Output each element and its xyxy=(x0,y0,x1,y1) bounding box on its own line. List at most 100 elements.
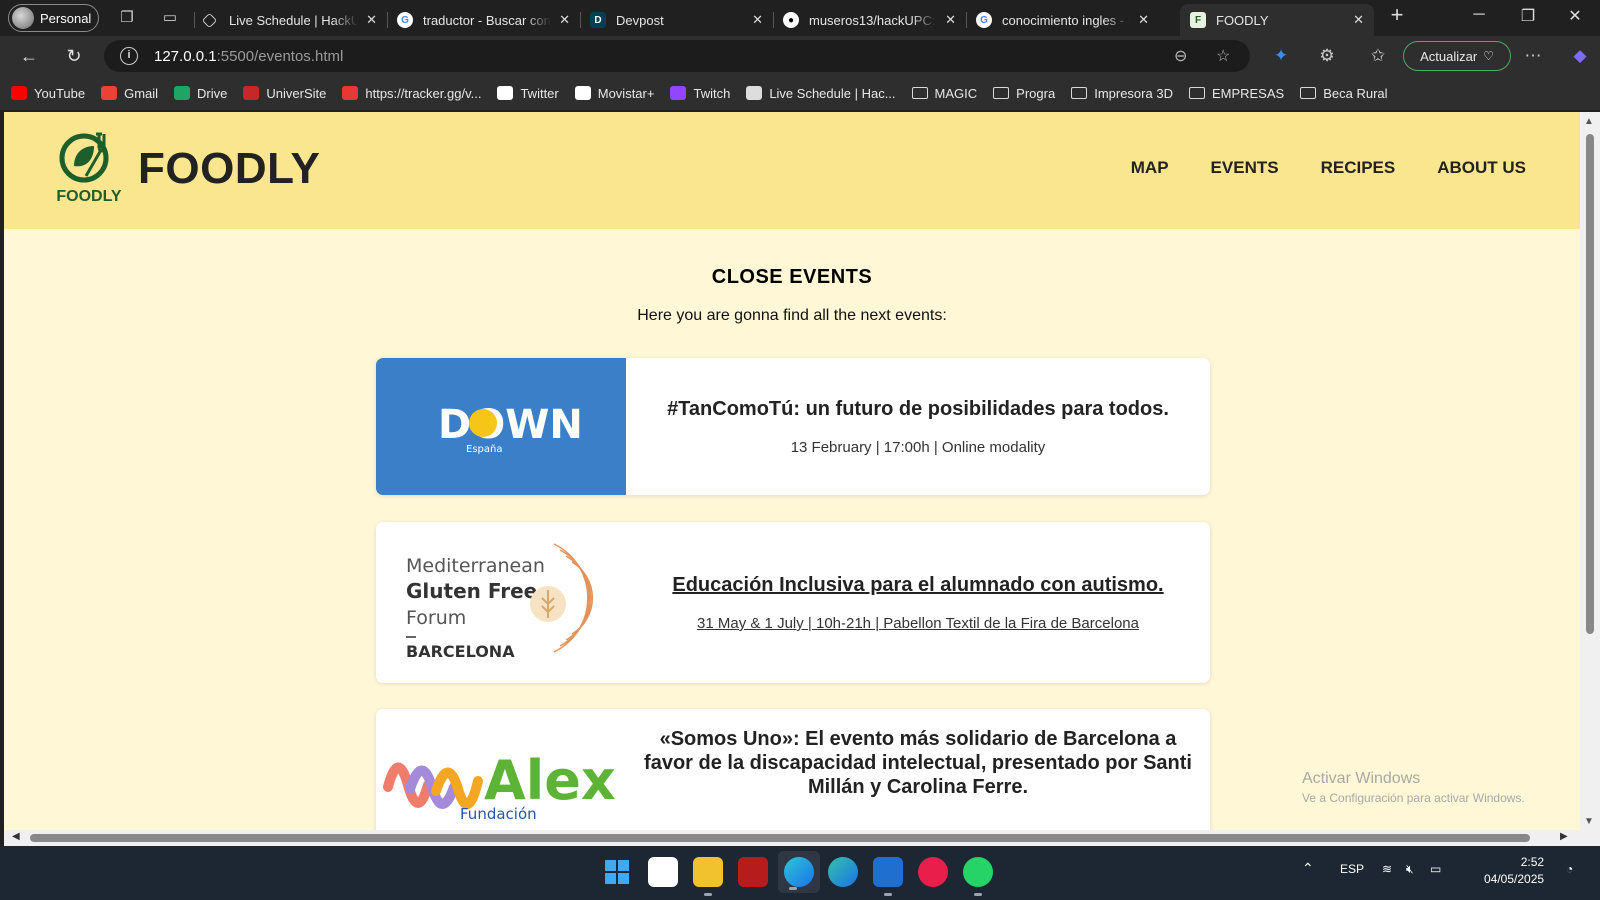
event-card[interactable]: DOWN España #TanComoTú: un futuro de pos… xyxy=(376,358,1210,495)
scroll-up-arrow-icon[interactable]: ▲ xyxy=(1584,116,1594,127)
scroll-right-arrow-icon[interactable]: ▶ xyxy=(1560,831,1568,842)
event-title[interactable]: #TanComoTú: un futuro de posibilidades p… xyxy=(667,397,1169,421)
tab-github[interactable]: ● museros13/hackUPC: Pr ✕ xyxy=(773,4,966,36)
edge-app-icon[interactable] xyxy=(828,857,858,887)
bookmark-item[interactable]: Twitter xyxy=(497,86,559,101)
site-title[interactable]: FOODLY xyxy=(138,144,320,194)
vertical-scrollbar[interactable]: ▲ ▼ xyxy=(1580,112,1600,830)
bookmark-item[interactable]: Beca Rural xyxy=(1300,86,1388,101)
game-app-icon[interactable] xyxy=(738,857,768,887)
zoom-icon[interactable]: ⊖ xyxy=(1174,46,1187,66)
back-button[interactable]: ← xyxy=(18,45,40,67)
vertical-scroll-thumb[interactable] xyxy=(1586,134,1594,634)
close-icon[interactable]: ✕ xyxy=(752,12,763,28)
edge-dev-app-icon[interactable] xyxy=(778,851,820,893)
bookmark-item[interactable]: YouTube xyxy=(11,86,85,101)
battery-icon[interactable]: ▭ xyxy=(1430,862,1441,876)
page-viewport: FOODLY FOODLY MAP EVENTS RECIPES ABOUT U… xyxy=(4,112,1580,830)
gff-line2: Gluten Free xyxy=(406,579,537,603)
nav-link-recipes[interactable]: RECIPES xyxy=(1321,158,1396,178)
restore-button[interactable]: ❐ xyxy=(1513,6,1543,26)
reload-button[interactable]: ↻ xyxy=(63,45,85,67)
vscode-app-icon[interactable] xyxy=(873,857,903,896)
tab-title: traductor - Buscar con Google xyxy=(423,12,551,28)
language-indicator[interactable]: ESP xyxy=(1340,862,1364,876)
close-icon[interactable]: ✕ xyxy=(945,12,956,28)
bookmark-item[interactable]: https://tracker.gg/v... xyxy=(342,86,481,101)
close-icon[interactable]: ✕ xyxy=(559,12,570,28)
whatsapp-app-icon[interactable] xyxy=(963,857,993,896)
more-menu-icon[interactable]: ⋯ xyxy=(1522,45,1544,67)
event-card[interactable]: Mediterranean Gluten Free Forum BARCELON… xyxy=(376,522,1210,683)
event-card[interactable]: Alex Fundación «Somos Uno»: El evento má… xyxy=(376,709,1210,830)
nav-link-map[interactable]: MAP xyxy=(1131,158,1169,178)
bookmark-item[interactable]: MAGIC xyxy=(911,85,978,101)
favorites-icon[interactable]: ✩ xyxy=(1367,45,1389,67)
nav-link-about-us[interactable]: ABOUT US xyxy=(1437,158,1526,178)
tab-live-schedule[interactable]: Live Schedule | HackUPC ✕ xyxy=(194,4,387,36)
site-info-icon[interactable]: i xyxy=(120,47,138,65)
event-title[interactable]: Educación Inclusiva para el alumnado con… xyxy=(672,573,1163,597)
bookmark-item[interactable]: Live Schedule | Hac... xyxy=(746,86,896,101)
close-window-button[interactable]: ✕ xyxy=(1560,6,1590,26)
bookmark-item[interactable]: Movistar+ xyxy=(574,85,655,101)
close-icon[interactable]: ✕ xyxy=(366,12,377,28)
tab-title: Live Schedule | HackUPC xyxy=(229,12,359,28)
extension-icon[interactable]: ✦ xyxy=(1270,45,1292,67)
gff-line4: BARCELONA xyxy=(406,642,515,661)
tab-traductor[interactable]: G traductor - Buscar con Google ✕ xyxy=(387,4,580,36)
bookmark-label: UniverSite xyxy=(266,85,327,101)
wifi-icon[interactable]: ≋ xyxy=(1382,862,1392,876)
tray-expand-icon[interactable]: ⌃ xyxy=(1302,860,1314,877)
system-clock[interactable]: 2:52 04/05/2025 xyxy=(1484,854,1544,888)
bookmark-item[interactable]: EMPRESAS xyxy=(1188,86,1284,101)
minimize-button[interactable]: ─ xyxy=(1464,6,1494,24)
bookmark-label: Movistar+ xyxy=(597,85,655,101)
tab-conocimiento[interactable]: G conocimiento ingles - B ✕ xyxy=(966,4,1159,36)
tab-actions-icon[interactable]: ▭ xyxy=(160,8,180,28)
bookmark-item[interactable]: Gmail xyxy=(101,86,158,101)
bookmark-label: MAGIC xyxy=(934,85,978,101)
clock-date: 04/05/2025 xyxy=(1484,872,1545,886)
profile-button[interactable]: Personal xyxy=(8,4,99,32)
bookmark-item[interactable]: UniverSite xyxy=(243,86,326,101)
scroll-down-arrow-icon[interactable]: ▼ xyxy=(1584,816,1594,827)
bookmark-item[interactable]: Twitch xyxy=(670,86,730,101)
bookmark-item[interactable]: Progra xyxy=(993,86,1055,101)
horizontal-scroll-thumb[interactable] xyxy=(30,834,1530,842)
address-bar[interactable]: i 127.0.0.1:5500/eventos.html ⊖ ☆ xyxy=(104,40,1250,72)
alex-logo-text: Alex xyxy=(484,749,616,812)
favorite-star-icon[interactable]: ☆ xyxy=(1216,46,1230,66)
new-tab-button[interactable]: + xyxy=(1382,2,1412,28)
windows-activation-watermark: Activar Windows Ve a Configuración para … xyxy=(1302,770,1525,805)
start-button[interactable] xyxy=(602,857,632,887)
close-icon[interactable]: ✕ xyxy=(1138,12,1149,28)
workspaces-icon[interactable]: ❐ xyxy=(117,8,137,28)
store-app-icon[interactable] xyxy=(648,857,678,887)
bookmark-label: Impresora 3D xyxy=(1094,85,1173,101)
hackupc-icon xyxy=(746,86,763,100)
tab-devpost[interactable]: D Devpost ✕ xyxy=(580,4,773,36)
volume-muted-icon[interactable]: 🔇︎ xyxy=(1406,862,1414,877)
event-meta[interactable]: 31 May & 1 July | 10h-21h | Pabellon Tex… xyxy=(697,615,1139,632)
bookmark-item[interactable]: Impresora 3D xyxy=(1071,86,1173,101)
browser-tab-bar: Personal ❐ ▭ Live Schedule | HackUPC ✕ G… xyxy=(0,0,1600,36)
bookmark-item[interactable]: Drive xyxy=(174,86,227,101)
horizontal-scrollbar[interactable]: ◀ ▶ xyxy=(4,830,1600,846)
extensions-puzzle-icon[interactable]: ⚙ xyxy=(1316,45,1338,67)
nav-link-events[interactable]: EVENTS xyxy=(1211,158,1279,178)
close-icon[interactable]: ✕ xyxy=(1353,12,1364,28)
tab-foodly[interactable]: F FOODLY ✕ xyxy=(1180,4,1374,36)
smile-face-icon xyxy=(469,409,497,437)
windows-logo-icon xyxy=(605,860,629,884)
file-explorer-icon[interactable] xyxy=(693,857,723,896)
update-button[interactable]: Actualizar ♡ xyxy=(1403,41,1511,71)
x-icon xyxy=(497,86,514,100)
scroll-left-arrow-icon[interactable]: ◀ xyxy=(12,831,20,842)
event-title[interactable]: «Somos Uno»: El evento más solidario de … xyxy=(642,727,1194,799)
music-app-icon[interactable] xyxy=(918,857,948,887)
copilot-icon[interactable]: ◆ xyxy=(1569,45,1591,67)
notifications-icon[interactable]: ◔ xyxy=(1566,862,1573,876)
down-espana-logo: DOWN España xyxy=(438,402,583,455)
tracker-icon xyxy=(342,86,359,100)
